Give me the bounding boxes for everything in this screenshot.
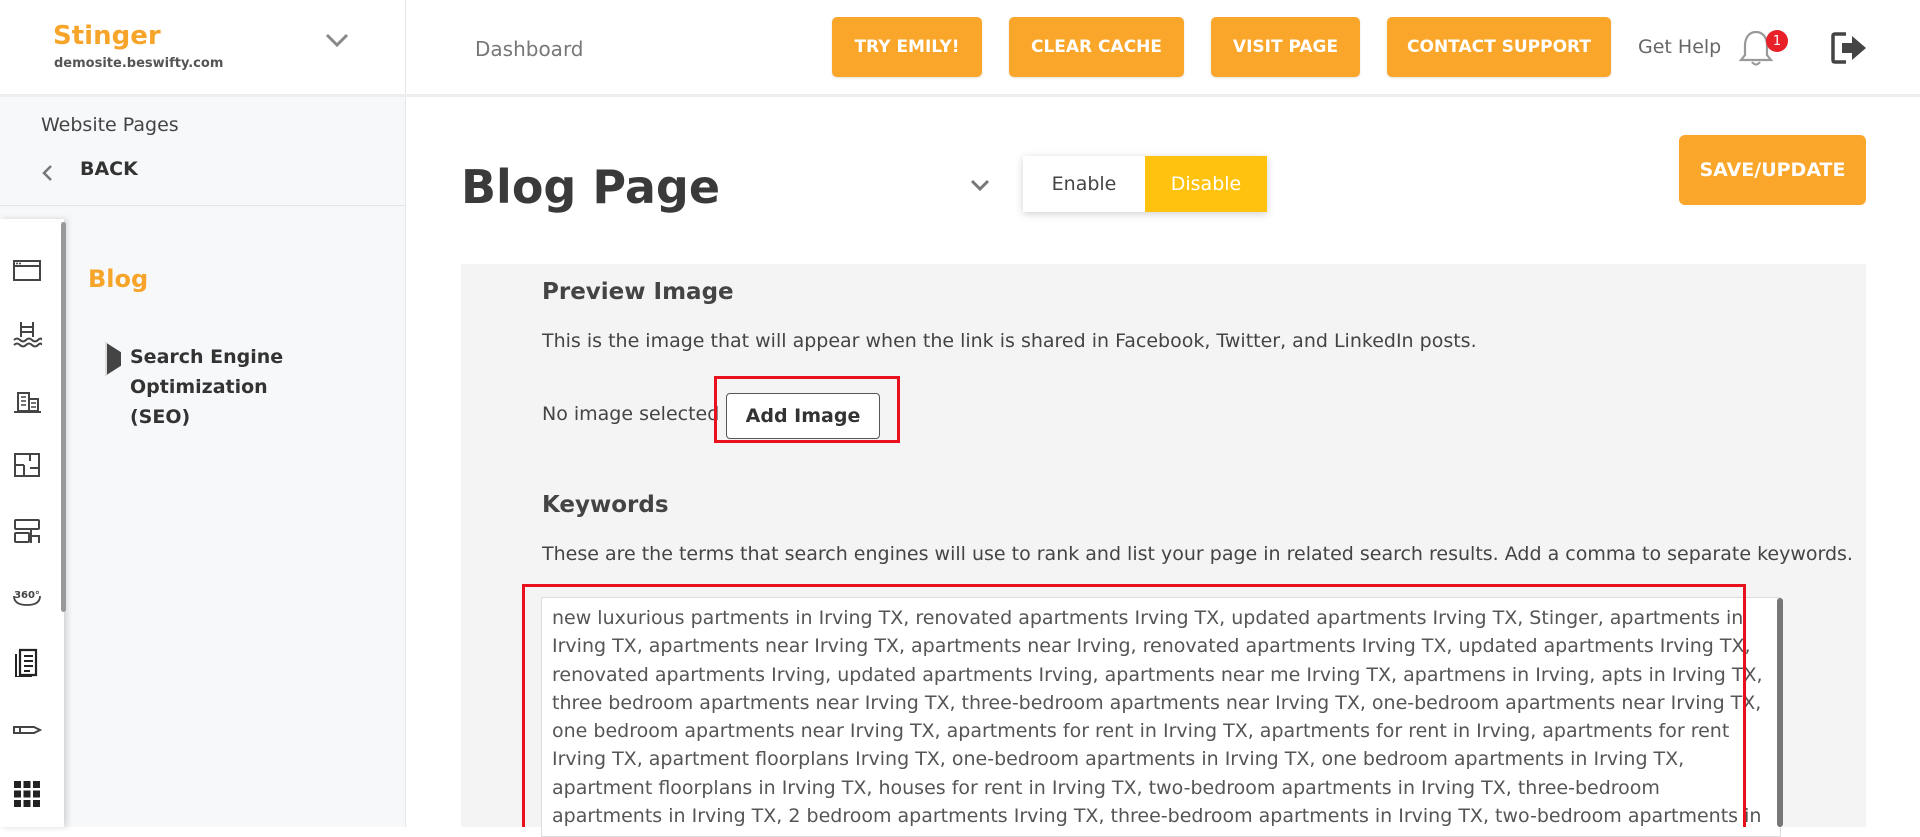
chevron-down-icon[interactable] (322, 28, 352, 52)
page-title: Blog Page (461, 160, 721, 214)
disable-option[interactable]: Disable (1145, 156, 1267, 212)
floorplan-icon[interactable] (12, 450, 42, 480)
keywords-description: These are the terms that search engines … (542, 543, 1853, 565)
try-emily-button[interactable]: TRY EMILY! (832, 17, 982, 77)
building-icon[interactable] (12, 385, 42, 415)
touch-sign-icon[interactable] (12, 516, 42, 546)
chevron-down-icon[interactable] (968, 176, 992, 194)
keywords-title: Keywords (542, 492, 669, 518)
brand-name: Stinger (53, 21, 161, 51)
image-status: No image selected (542, 403, 720, 425)
nav-item-label: Search Engine Optimization (SEO) (130, 346, 284, 428)
notification-badge: 1 (1766, 30, 1788, 52)
nav-heading-blog[interactable]: Blog (88, 265, 148, 293)
360-view-icon[interactable]: 360° (12, 581, 42, 611)
divider (0, 205, 405, 206)
active-marker (105, 342, 121, 376)
pen-icon[interactable] (12, 715, 42, 745)
logout-icon[interactable] (1830, 30, 1870, 66)
get-help-link[interactable]: Get Help (1638, 36, 1721, 58)
icon-rail: 360° (0, 219, 64, 827)
contact-support-button[interactable]: CONTACT SUPPORT (1387, 17, 1611, 77)
grid-icon[interactable] (12, 779, 42, 809)
pool-icon[interactable] (12, 319, 42, 349)
preview-image-title: Preview Image (542, 279, 734, 305)
brand-domain: demosite.beswifty.com (54, 56, 224, 71)
sidebar: Website Pages BACK 360° Blog Search Engi… (0, 97, 406, 827)
chevron-left-icon[interactable] (40, 163, 54, 183)
sidebar-section-title: Website Pages (41, 114, 179, 136)
nav-item-seo[interactable]: Search Engine Optimization (SEO) (105, 342, 325, 428)
breadcrumb-dashboard[interactable]: Dashboard (475, 37, 584, 61)
highlight-box (522, 584, 1746, 827)
icon-rail-scrollbar[interactable] (61, 222, 66, 612)
enable-disable-toggle: Enable Disable (1023, 156, 1267, 212)
back-button[interactable]: BACK (80, 158, 138, 180)
enable-option[interactable]: Enable (1023, 156, 1145, 212)
highlight-box (714, 376, 900, 443)
clear-cache-button[interactable]: CLEAR CACHE (1009, 17, 1184, 77)
brand-switcher[interactable]: Stinger demosite.beswifty.com (0, 0, 406, 94)
browser-window-icon[interactable] (12, 255, 42, 285)
preview-image-description: This is the image that will appear when … (542, 330, 1477, 352)
top-bar: Stinger demosite.beswifty.com Dashboard … (0, 0, 1920, 97)
keywords-scrollbar[interactable] (1777, 598, 1783, 827)
svg-text:360°: 360° (14, 590, 40, 601)
visit-page-button[interactable]: VISIT PAGE (1211, 17, 1360, 77)
save-update-button[interactable]: SAVE/UPDATE (1679, 135, 1866, 205)
document-icon[interactable] (12, 647, 42, 677)
